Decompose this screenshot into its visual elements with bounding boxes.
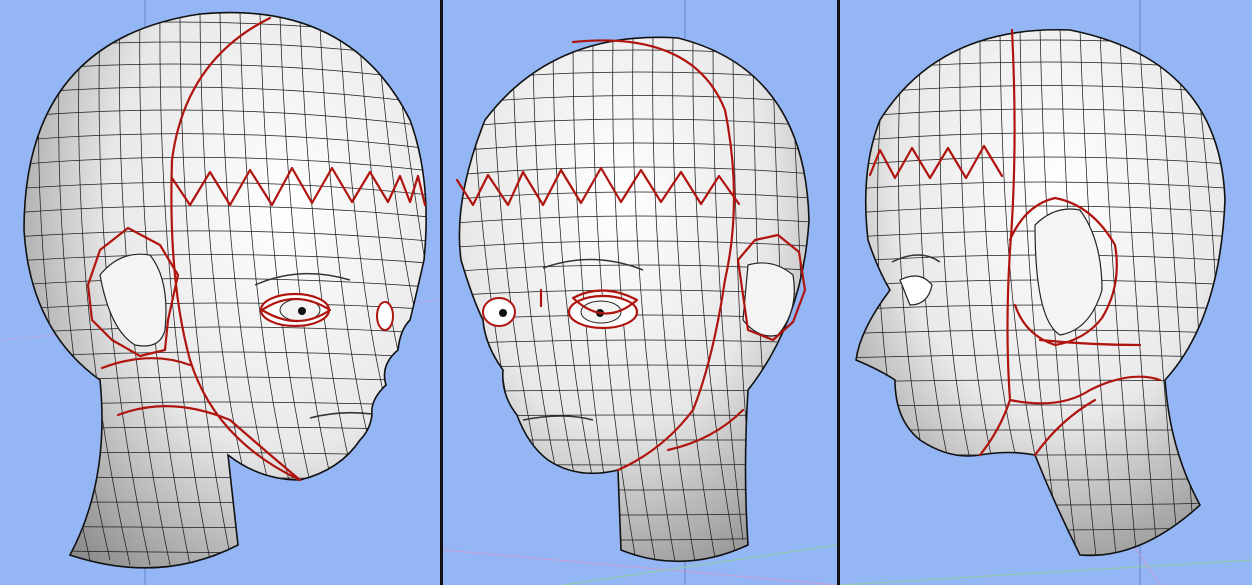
viewport-three-quarter-left[interactable]	[0, 0, 440, 585]
head-mesh[interactable]	[23, 11, 427, 569]
three-viewport-editor	[0, 0, 1252, 585]
viewport-three-quarter-right[interactable]	[443, 0, 837, 585]
grid-axis-y	[840, 559, 1252, 585]
head-render-right	[840, 0, 1252, 585]
head-render-middle	[443, 0, 837, 585]
head-render-left	[0, 0, 440, 585]
viewport-side-profile[interactable]	[840, 0, 1252, 585]
